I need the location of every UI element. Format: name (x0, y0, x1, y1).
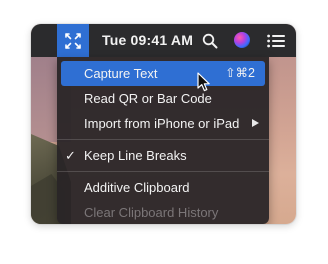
menubar-clock[interactable]: Tue 09:41 AM (102, 24, 193, 57)
siri-icon[interactable] (234, 32, 250, 48)
dropdown-menu: Capture Text ⇧⌘2 Read QR or Bar Code Imp… (57, 57, 269, 224)
mouse-pointer-icon (197, 72, 210, 92)
menu-item-label: Read QR or Bar Code (84, 91, 212, 106)
menu-item-read-qr[interactable]: Read QR or Bar Code (57, 86, 269, 111)
menu-item-keep-line-breaks[interactable]: ✓ Keep Line Breaks (57, 143, 269, 168)
submenu-arrow-icon (252, 119, 259, 127)
menu-separator (57, 139, 269, 140)
menu-item-label: Additive Clipboard (84, 180, 190, 195)
menu-item-import-from-iphone[interactable]: Import from iPhone or iPad (57, 111, 269, 136)
menu-item-label: Import from iPhone or iPad (84, 116, 240, 131)
menu-item-clear-clipboard-history: Clear Clipboard History (57, 200, 269, 224)
screen-frame: Tue 09:41 AM Capture Text ⇧⌘2 Read QR or… (31, 24, 296, 224)
menu-item-label: Clear Clipboard History (84, 205, 219, 220)
menu-item-additive-clipboard[interactable]: Additive Clipboard (57, 175, 269, 200)
menubar-app-button[interactable] (57, 24, 89, 57)
control-center-list-icon[interactable] (267, 34, 285, 48)
menu-separator (57, 171, 269, 172)
search-icon[interactable] (202, 33, 218, 49)
menu-item-label: Keep Line Breaks (84, 148, 187, 163)
checkmark-icon: ✓ (65, 148, 76, 163)
menu-item-label: Capture Text (84, 66, 158, 81)
menu-bar: Tue 09:41 AM (31, 24, 296, 57)
menu-item-capture-text[interactable]: Capture Text ⇧⌘2 (61, 61, 265, 86)
capture-crosshair-icon (65, 32, 81, 49)
keyboard-shortcut: ⇧⌘2 (225, 66, 255, 80)
